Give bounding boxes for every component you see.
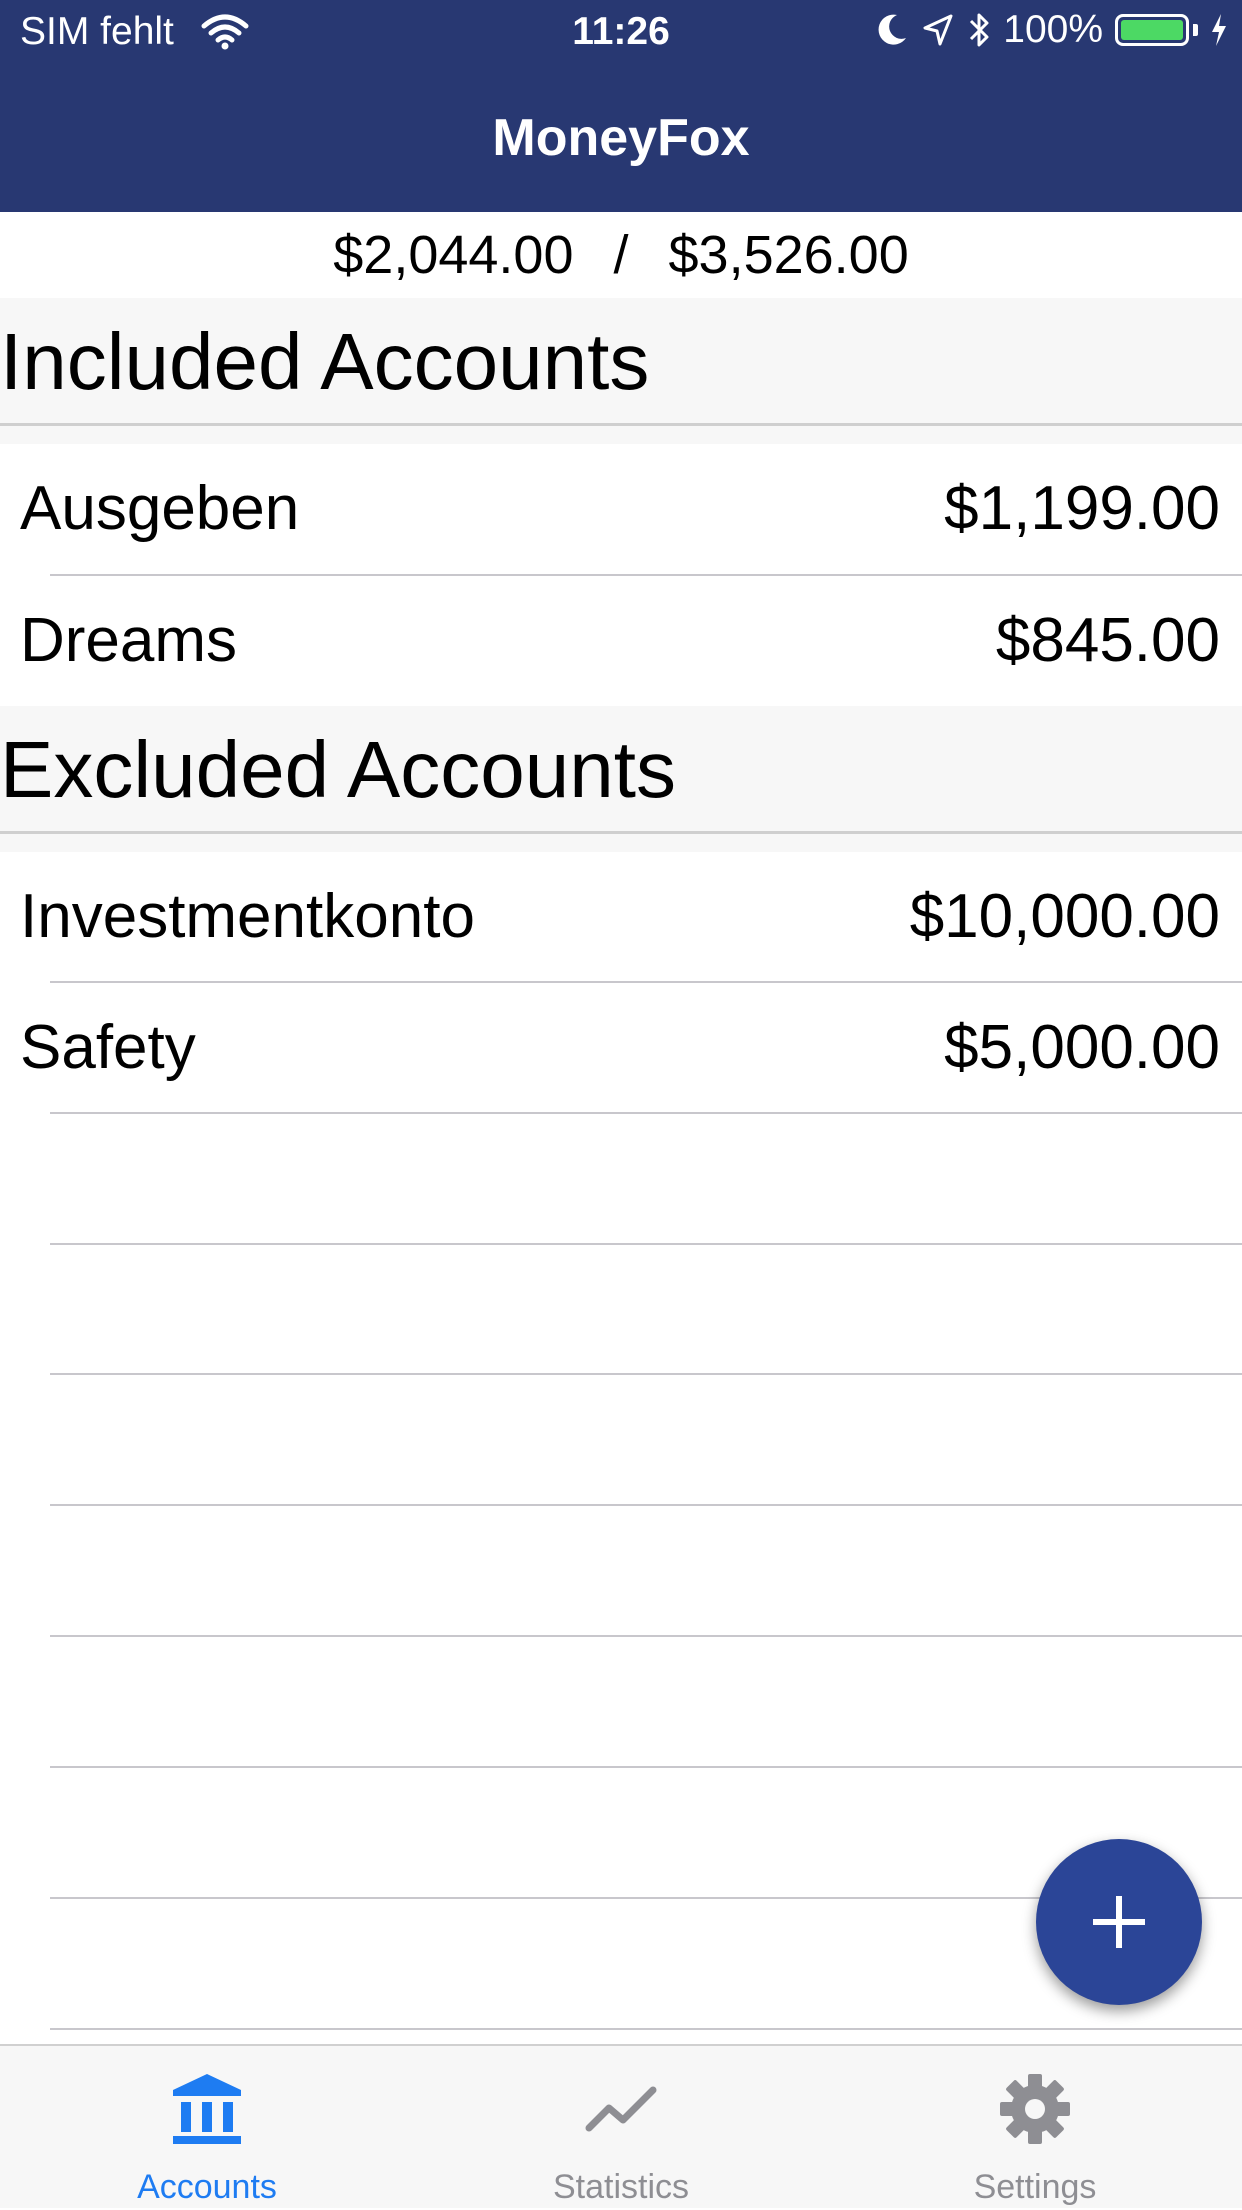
section-title: Included Accounts [0,317,650,406]
chart-line-icon [585,2086,657,2132]
add-account-button[interactable] [1036,1839,1202,2005]
account-balance: $10,000.00 [909,882,1220,951]
row-separator [50,1373,1242,1375]
row-separator [50,1112,1242,1114]
row-separator [50,1766,1242,1768]
bluetooth-icon [970,13,989,47]
location-arrow-icon [923,14,953,46]
tab-settings[interactable]: Settings [828,2046,1242,2210]
gear-icon [1000,2074,1070,2144]
battery-icon [1115,14,1189,46]
account-balance: $1,199.00 [944,474,1220,543]
status-right: 100% [875,8,1228,52]
balance-summary: $2,044.00 / $3,526.00 [0,212,1242,298]
account-row[interactable]: Safety $5,000.00 [0,983,1242,1113]
row-separator [50,1635,1242,1637]
section-header-excluded: Excluded Accounts [0,706,1242,834]
moon-icon [878,14,907,45]
plus-icon [1093,1896,1145,1948]
account-name: Dreams [20,606,238,675]
charging-bolt-icon [1212,14,1226,46]
status-bar: SIM fehlt 11:26 100% [0,0,1242,66]
account-name: Safety [20,1013,196,1082]
account-name: Investmentkonto [20,882,475,951]
navigation-header: SIM fehlt 11:26 100% MoneyFox [0,0,1242,212]
total-divider: / [613,225,629,285]
section-gap [0,426,1242,444]
account-balance: $5,000.00 [944,1013,1220,1082]
section-title: Excluded Accounts [0,725,676,814]
account-row[interactable]: Investmentkonto $10,000.00 [0,852,1242,982]
tab-label: Settings [973,2168,1097,2206]
battery-percent: 100% [1003,8,1103,51]
bank-icon [173,2074,241,2144]
section-gap [0,834,1242,852]
tab-accounts[interactable]: Accounts [0,2046,414,2210]
included-total: $2,044.00 [333,225,574,285]
row-separator [50,1243,1242,1245]
tab-bar: Accounts Statistics Settings [0,2044,1242,2208]
page-title: MoneyFox [492,109,750,167]
account-name: Ausgeben [20,474,300,543]
tab-statistics[interactable]: Statistics [414,2046,828,2210]
row-separator [50,1504,1242,1506]
row-separator [50,2028,1242,2030]
account-row[interactable]: Ausgeben $1,199.00 [0,444,1242,574]
overall-total: $3,526.00 [668,225,909,285]
battery-cap [1193,24,1198,36]
tab-label: Statistics [552,2168,690,2206]
account-balance: $845.00 [995,606,1220,675]
section-header-included: Included Accounts [0,298,1242,426]
tab-label: Accounts [137,2168,277,2206]
account-row[interactable]: Dreams $845.00 [0,576,1242,706]
